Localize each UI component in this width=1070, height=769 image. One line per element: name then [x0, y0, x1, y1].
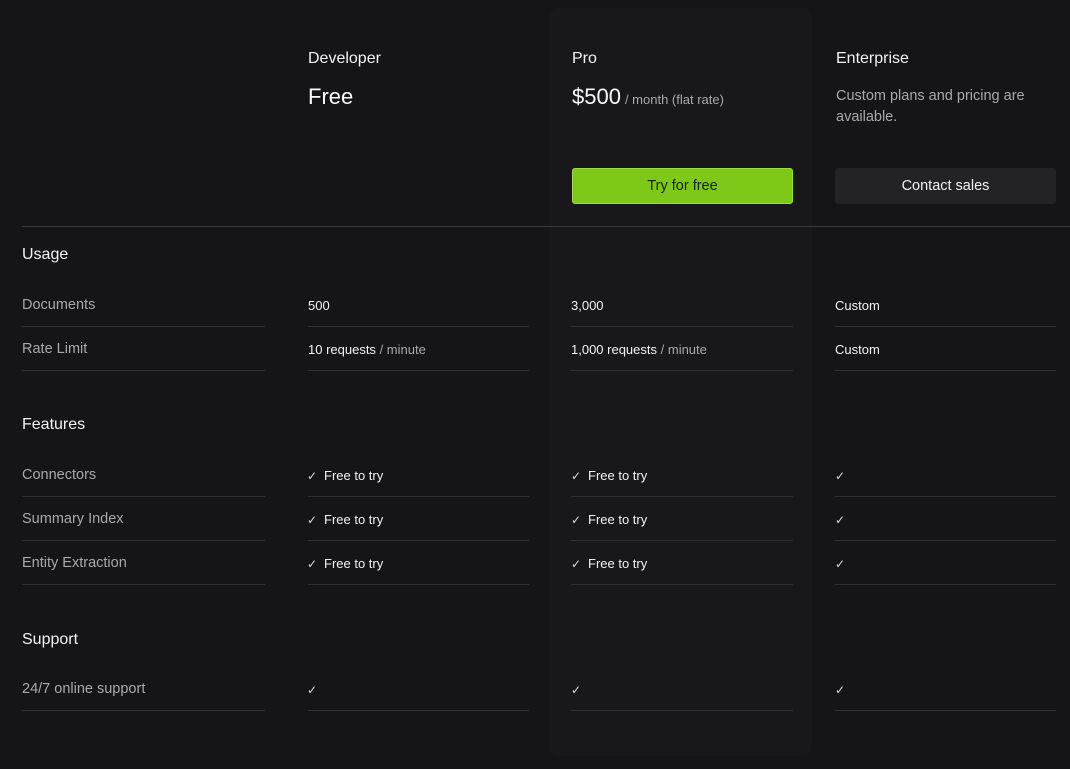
- check-icon: ✓: [571, 683, 582, 697]
- check-icon: ✓: [835, 513, 846, 527]
- cell-text: Free to try: [324, 512, 384, 527]
- section-title-support: Support: [22, 631, 79, 648]
- row-label-rate-limit: Rate Limit: [22, 341, 88, 357]
- cell-connectors-enterprise: ✓: [835, 468, 852, 483]
- cell-entity-extraction-enterprise: ✓: [835, 556, 852, 571]
- plan-name-pro: Pro: [572, 50, 597, 67]
- row-divider: [571, 584, 793, 585]
- row-divider: [22, 710, 265, 711]
- cell-documents-pro: 3,000: [571, 298, 604, 313]
- row-label-online-support: 24/7 online support: [22, 681, 146, 697]
- cell-rate-limit-pro: 1,000 requests / minute: [571, 342, 707, 357]
- header-divider: [22, 226, 1070, 227]
- cell-entity-extraction-pro: ✓ Free to try: [571, 556, 647, 571]
- cell-connectors-pro: ✓ Free to try: [571, 468, 647, 483]
- price-unit: / month (flat rate): [624, 92, 724, 107]
- row-divider: [308, 710, 529, 711]
- row-divider: [308, 326, 529, 327]
- plan-name-developer: Developer: [308, 50, 381, 67]
- row-divider: [308, 584, 529, 585]
- section-title-features: Features: [22, 416, 86, 433]
- row-divider: [308, 540, 529, 541]
- row-divider: [571, 326, 793, 327]
- rate-value: 10 requests: [308, 342, 376, 357]
- cell-rate-limit-developer: 10 requests / minute: [308, 342, 426, 357]
- row-label-connectors: Connectors: [22, 467, 97, 483]
- cell-text: Free to try: [588, 512, 648, 527]
- row-divider: [308, 496, 529, 497]
- check-icon: ✓: [307, 557, 318, 571]
- plan-price-pro: $500/ month (flat rate): [572, 84, 724, 110]
- cell-text: Free to try: [588, 556, 648, 571]
- row-divider: [835, 540, 1056, 541]
- cell-online-support-enterprise: ✓: [835, 682, 852, 697]
- cell-text: Free to try: [588, 468, 648, 483]
- cell-summary-index-enterprise: ✓: [835, 512, 852, 527]
- cell-text: Free to try: [324, 468, 384, 483]
- try-for-free-button[interactable]: Try for free: [572, 168, 793, 204]
- row-divider: [22, 496, 265, 497]
- row-label-summary-index: Summary Index: [22, 511, 124, 527]
- cell-entity-extraction-developer: ✓ Free to try: [307, 556, 383, 571]
- check-icon: ✓: [835, 557, 846, 571]
- plan-name-enterprise: Enterprise: [836, 50, 909, 67]
- pricing-table: Developer Free Pro $500/ month (flat rat…: [0, 0, 1070, 769]
- row-label-entity-extraction: Entity Extraction: [22, 555, 127, 571]
- check-icon: ✓: [307, 513, 318, 527]
- cell-online-support-developer: ✓: [307, 682, 324, 697]
- check-icon: ✓: [571, 513, 582, 527]
- cell-text: Free to try: [324, 556, 384, 571]
- cell-documents-developer: 500: [308, 298, 330, 313]
- row-divider: [835, 326, 1056, 327]
- pro-column-highlight: [549, 8, 812, 756]
- cell-online-support-pro: ✓: [571, 682, 588, 697]
- contact-sales-button[interactable]: Contact sales: [835, 168, 1056, 204]
- check-icon: ✓: [835, 683, 846, 697]
- row-divider: [571, 540, 793, 541]
- price-amount: $500: [572, 84, 621, 109]
- row-divider: [571, 710, 793, 711]
- cell-rate-limit-enterprise: Custom: [835, 342, 880, 357]
- row-divider: [22, 326, 265, 327]
- cell-documents-enterprise: Custom: [835, 298, 880, 313]
- plan-price-developer: Free: [308, 84, 354, 109]
- check-icon: ✓: [571, 469, 582, 483]
- row-divider: [835, 710, 1056, 711]
- row-divider: [22, 584, 265, 585]
- check-icon: ✓: [307, 469, 318, 483]
- row-divider: [571, 370, 793, 371]
- rate-value: 1,000 requests: [571, 342, 658, 357]
- cell-summary-index-developer: ✓ Free to try: [307, 512, 383, 527]
- check-icon: ✓: [307, 683, 318, 697]
- cell-summary-index-pro: ✓ Free to try: [571, 512, 647, 527]
- section-title-usage: Usage: [22, 246, 69, 263]
- row-label-documents: Documents: [22, 297, 96, 313]
- row-divider: [835, 496, 1056, 497]
- row-divider: [571, 496, 793, 497]
- row-divider: [22, 370, 265, 371]
- check-icon: ✓: [835, 469, 846, 483]
- rate-unit: / minute: [379, 342, 426, 357]
- row-divider: [22, 540, 265, 541]
- rate-unit: / minute: [660, 342, 707, 357]
- row-divider: [835, 584, 1056, 585]
- cell-connectors-developer: ✓ Free to try: [307, 468, 383, 483]
- check-icon: ✓: [571, 557, 582, 571]
- row-divider: [308, 370, 529, 371]
- row-divider: [835, 370, 1056, 371]
- plan-description-enterprise: Custom plans and pricing are available.: [836, 88, 1025, 125]
